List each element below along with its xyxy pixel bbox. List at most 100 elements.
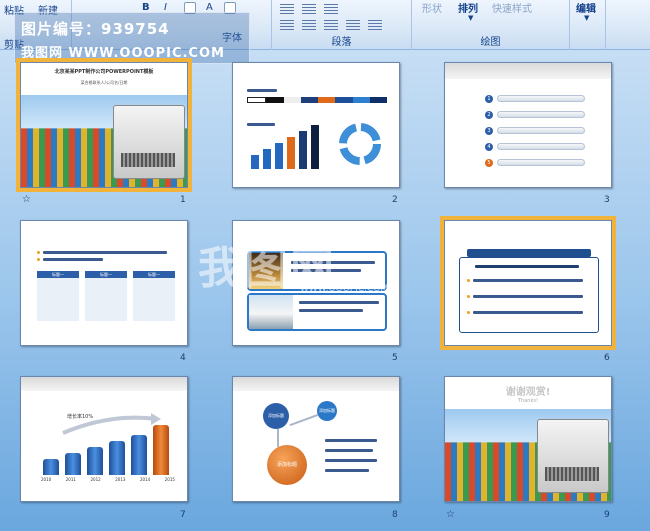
slide-1-number: 1 — [180, 195, 186, 205]
slide-5-text — [299, 309, 363, 312]
connector-line — [289, 413, 319, 427]
align-right-icon[interactable] — [324, 20, 338, 31]
slide-7-cylinders — [43, 421, 173, 475]
slide-2-text — [247, 89, 277, 92]
arrange-button[interactable]: 排列 — [458, 0, 478, 15]
justify-icon[interactable] — [346, 20, 360, 31]
drawing-group: 形状 排列 快速样式 ▼ 绘图 — [412, 0, 570, 50]
year-label: 2015 — [164, 477, 175, 482]
slide-4-number: 4 — [180, 353, 186, 363]
list-item-number: 1 — [485, 95, 493, 103]
slide-9-star-icon[interactable]: ☆ — [446, 509, 455, 520]
slide-8-text — [325, 469, 369, 472]
slide-9-subtitle: Thanks! — [518, 398, 538, 404]
year-label: 2011 — [65, 477, 76, 482]
list-item-bar — [497, 95, 585, 102]
watermark-id: 图片编号：939754 — [21, 20, 170, 38]
slide-1-star-icon[interactable]: ☆ — [22, 194, 31, 205]
bullets-icon[interactable] — [280, 4, 294, 15]
numbering-icon[interactable] — [302, 4, 316, 15]
shape-button[interactable]: 形状 — [422, 0, 442, 15]
year-label: 2010 — [41, 477, 52, 482]
connector-line — [277, 429, 279, 447]
slide-7-number: 7 — [180, 510, 186, 520]
truck-grill — [121, 153, 175, 167]
slide-6-number: 6 — [604, 353, 610, 363]
paragraph-group: 段落 — [272, 0, 412, 50]
list-item-number: 2 — [485, 111, 493, 119]
slide-8-header-band — [233, 377, 399, 391]
slide-thumbnail-5[interactable] — [232, 220, 400, 346]
train-photo — [249, 295, 293, 329]
list-item-bar — [497, 159, 585, 166]
quick-style-button[interactable]: 快速样式 — [492, 0, 532, 15]
bullet-dot — [467, 311, 470, 314]
slide-8-text — [325, 459, 377, 462]
slide-4-box-1: 标题一 — [37, 271, 79, 321]
slide-6-text — [473, 311, 583, 314]
list-item-bar — [497, 111, 585, 118]
align-left-icon[interactable] — [280, 20, 294, 31]
slide-7-axis: 2010 2011 2012 2013 2014 2015 — [41, 477, 175, 482]
node-top-left: 添加标题 — [263, 403, 289, 429]
list-item-bar — [497, 127, 585, 134]
drawing-group-label: 绘图 — [480, 37, 501, 48]
slide-thumbnail-4[interactable]: 标题一 标题一 标题一 — [20, 220, 188, 346]
slide-5-number: 5 — [392, 353, 398, 363]
slide-1-subtitle: 某合格联系人/公司名/日期 — [80, 80, 128, 85]
edit-button[interactable]: 编辑 — [576, 0, 596, 15]
box-title: 标题一 — [85, 271, 127, 278]
chevron-down-icon[interactable]: ▼ — [468, 14, 473, 22]
slide-6-text — [473, 295, 583, 298]
slide-thumbnail-3[interactable]: 1 2 3 4 5 — [444, 62, 612, 188]
indent-icon[interactable] — [324, 4, 338, 15]
slide-6-header — [467, 249, 591, 257]
slide-5-text — [291, 261, 375, 264]
truck-image — [113, 105, 185, 179]
slide-thumbnail-1[interactable]: 北京某某PPT制作公司POWERPOINT模板 某合格联系人/公司名/日期 — [16, 58, 192, 192]
list-item-bar — [497, 143, 585, 150]
slide-1-title: 北京某某PPT制作公司POWERPOINT模板 — [54, 69, 154, 75]
year-label: 2012 — [90, 477, 101, 482]
slide-thumbnail-6[interactable] — [440, 216, 616, 350]
bullet-dot — [37, 258, 40, 261]
slide-5-text — [299, 301, 379, 304]
list-item-number: 3 — [485, 127, 493, 135]
watermark-badge: 图片编号：939754 我图网 WWW.OOOPIC.COM — [14, 12, 250, 64]
slide-thumbnail-7[interactable]: 增长率10% 2010 2011 2012 2013 2014 2015 — [20, 376, 188, 502]
watermark-url: WWW.OOOPIC.COM — [300, 284, 389, 294]
slide-4-box-2: 标题一 — [85, 271, 127, 321]
slide-4-box-3: 标题一 — [133, 271, 175, 321]
node-main: 添加标题 — [267, 445, 307, 485]
slide-3-number: 3 — [604, 195, 610, 205]
columns-icon[interactable] — [368, 20, 382, 31]
slide-8-text — [325, 439, 377, 442]
year-label: 2014 — [140, 477, 151, 482]
bullet-dot — [467, 279, 470, 282]
truck-image — [537, 419, 609, 493]
paragraph-group-label: 段落 — [331, 37, 352, 48]
slide-5-text — [291, 269, 361, 272]
rocket-photo — [249, 253, 283, 289]
slide-4-text — [43, 251, 167, 254]
bullet-dot — [467, 295, 470, 298]
year-label: 2013 — [115, 477, 126, 482]
slide-thumbnail-9[interactable]: 谢谢观赏! Thanks! — [444, 376, 612, 502]
editing-group: 编辑 ▼ — [570, 0, 606, 50]
box-title: 标题一 — [37, 271, 79, 278]
edit-chevron-icon[interactable]: ▼ — [584, 14, 589, 22]
align-center-icon[interactable] — [302, 20, 316, 31]
box-title: 标题一 — [133, 271, 175, 278]
bullet-dot — [37, 251, 40, 254]
slide-9-number: 9 — [604, 510, 610, 520]
node-top-right: 添加标题 — [317, 401, 337, 421]
slide-8-number: 8 — [392, 510, 398, 520]
slide-3-header-band — [445, 63, 611, 79]
slide-thumbnail-8[interactable]: 添加标题 添加标题 添加标题 — [232, 376, 400, 502]
slide-4-text — [43, 258, 103, 261]
slide-2-bar-chart — [251, 119, 325, 169]
slide-7-header-band — [21, 377, 187, 391]
slide-thumbnail-2[interactable] — [232, 62, 400, 188]
slide-2-color-strip — [247, 97, 387, 103]
slide-2-number: 2 — [392, 195, 398, 205]
